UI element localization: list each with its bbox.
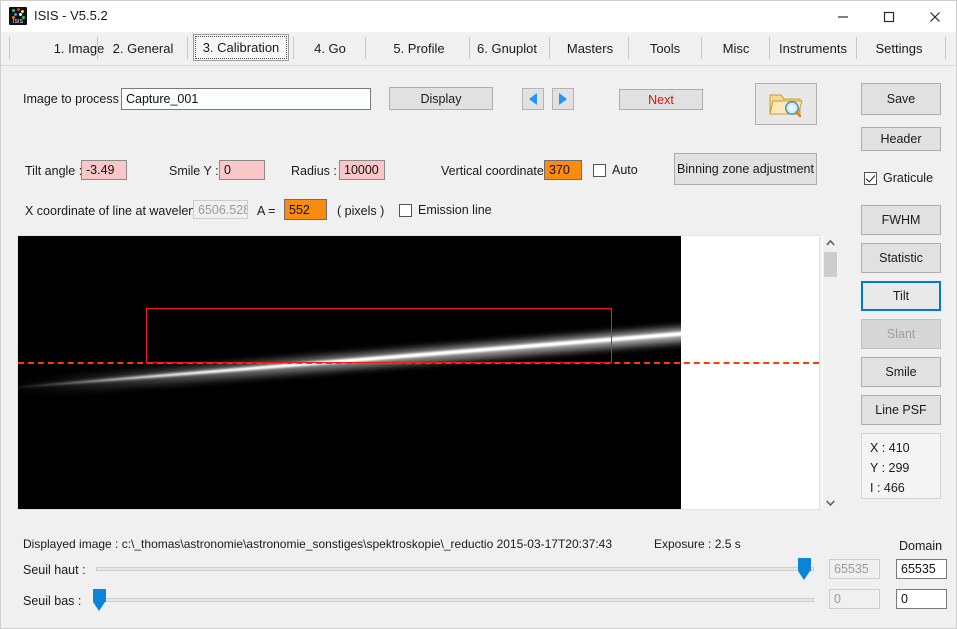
header-button[interactable]: Header — [861, 127, 941, 151]
scroll-down-icon[interactable] — [823, 495, 838, 510]
radius-label: Radius : — [291, 164, 337, 178]
seuil-haut-thumb[interactable] — [798, 558, 811, 580]
readout-y: Y : 299 — [870, 461, 909, 475]
fwhm-button[interactable]: FWHM — [861, 205, 941, 235]
tab-4-go[interactable]: 4. Go — [299, 36, 361, 60]
window-title: ISIS - V5.5.2 — [34, 7, 108, 25]
auto-checkbox[interactable]: Auto — [593, 163, 638, 177]
tab-3-calibration[interactable]: 3. Calibration — [193, 34, 289, 61]
tab-settings[interactable]: Settings — [861, 36, 937, 60]
checkbox-box — [864, 172, 877, 185]
graticule-checkbox[interactable]: Graticule — [864, 171, 933, 185]
seuil-bas-track[interactable] — [96, 598, 814, 602]
maximize-icon[interactable] — [866, 1, 912, 32]
triangle-right-icon — [559, 93, 567, 105]
line-psf-button[interactable]: Line PSF — [861, 395, 941, 425]
domain-label: Domain — [899, 539, 942, 553]
checkbox-box — [593, 164, 606, 177]
scrollbar-thumb[interactable] — [824, 252, 837, 277]
image-vertical-scrollbar[interactable] — [822, 235, 838, 510]
save-button[interactable]: Save — [861, 83, 941, 115]
checkbox-box — [399, 204, 412, 217]
auto-label: Auto — [612, 163, 638, 177]
tab-2-general[interactable]: 2. General — [101, 36, 185, 60]
tab-masters[interactable]: Masters — [553, 36, 627, 60]
emission-line-label: Emission line — [418, 203, 492, 217]
seuil-bas-value: 0 — [829, 589, 880, 609]
smile-button[interactable]: Smile — [861, 357, 941, 387]
tab-tools[interactable]: Tools — [633, 36, 697, 60]
image-to-process-input[interactable]: Capture_001 — [121, 88, 371, 110]
exposure-status: Exposure : 2.5 s — [654, 537, 741, 551]
smile-y-label: Smile Y : — [169, 164, 219, 178]
smile-y-input[interactable]: 0 — [219, 160, 265, 180]
minimize-icon[interactable] — [820, 1, 866, 32]
tab-misc[interactable]: Misc — [707, 36, 765, 60]
browse-folder-button[interactable] — [755, 83, 817, 125]
statistic-button[interactable]: Statistic — [861, 243, 941, 273]
seuil-bas-label: Seuil bas : — [23, 594, 81, 608]
domain-low-input[interactable]: 0 — [896, 589, 947, 609]
vertical-coordinate-label: Vertical coordinate : — [441, 164, 551, 178]
x-coordinate-label: X coordinate of line at wavelength — [25, 204, 213, 218]
displayed-image-status: Displayed image : c:\_thomas\astronomie\… — [23, 537, 612, 551]
previous-image-button[interactable] — [522, 88, 544, 110]
tilt-angle-label: Tilt angle : — [25, 164, 82, 178]
readout-x: X : 410 — [870, 441, 910, 455]
binning-zone-adjustment-button[interactable]: Binning zone adjustment — [674, 153, 817, 185]
title-bar: ISIS ISIS - V5.5.2 — [1, 1, 957, 32]
tab-bar: 1. Image 2. General 3. Calibration 4. Go… — [1, 32, 957, 66]
image-to-process-label: Image to process : — [23, 92, 126, 106]
binning-zone-rectangle[interactable] — [146, 308, 612, 363]
next-image-button[interactable] — [552, 88, 574, 110]
readout-i: I : 466 — [870, 481, 905, 495]
tilt-angle-input[interactable]: -3.49 — [81, 160, 127, 180]
spectrum-image-view[interactable] — [17, 235, 820, 510]
pixels-label: ( pixels ) — [337, 204, 384, 218]
tab-instruments[interactable]: Instruments — [773, 36, 853, 60]
close-icon[interactable] — [912, 1, 957, 32]
a-value-input[interactable]: 552 — [284, 199, 327, 220]
display-button[interactable]: Display — [389, 87, 493, 110]
pixel-readout-panel: X : 410 Y : 299 I : 466 — [861, 433, 941, 499]
triangle-left-icon — [529, 93, 537, 105]
seuil-haut-track[interactable] — [96, 567, 814, 571]
slant-button: Slant — [861, 319, 941, 349]
tab-5-profile[interactable]: 5. Profile — [371, 36, 467, 60]
scroll-up-icon[interactable] — [823, 235, 838, 250]
radius-input[interactable]: 10000 — [339, 160, 385, 180]
seuil-bas-thumb[interactable] — [93, 589, 106, 611]
a-equals-label: A = — [257, 204, 275, 218]
seuil-haut-label: Seuil haut : — [23, 563, 86, 577]
emission-line-checkbox[interactable]: Emission line — [399, 203, 492, 217]
seuil-haut-value: 65535 — [829, 559, 880, 579]
vertical-coordinate-input[interactable]: 370 — [544, 160, 582, 180]
isis-application-window: ISIS ISIS - V5.5.2 1. Image 2. General 3… — [0, 0, 957, 629]
tab-6-gnuplot[interactable]: 6. Gnuplot — [473, 36, 541, 60]
spectrum-image-canvas — [18, 236, 681, 509]
domain-high-input[interactable]: 65535 — [896, 559, 947, 579]
folder-search-icon — [769, 90, 803, 118]
isis-app-icon: ISIS — [9, 7, 27, 25]
next-button[interactable]: Next — [619, 89, 703, 110]
tilt-button[interactable]: Tilt — [861, 281, 941, 311]
wavelength-input: 6506.528 — [193, 200, 248, 219]
graticule-label: Graticule — [883, 171, 933, 185]
